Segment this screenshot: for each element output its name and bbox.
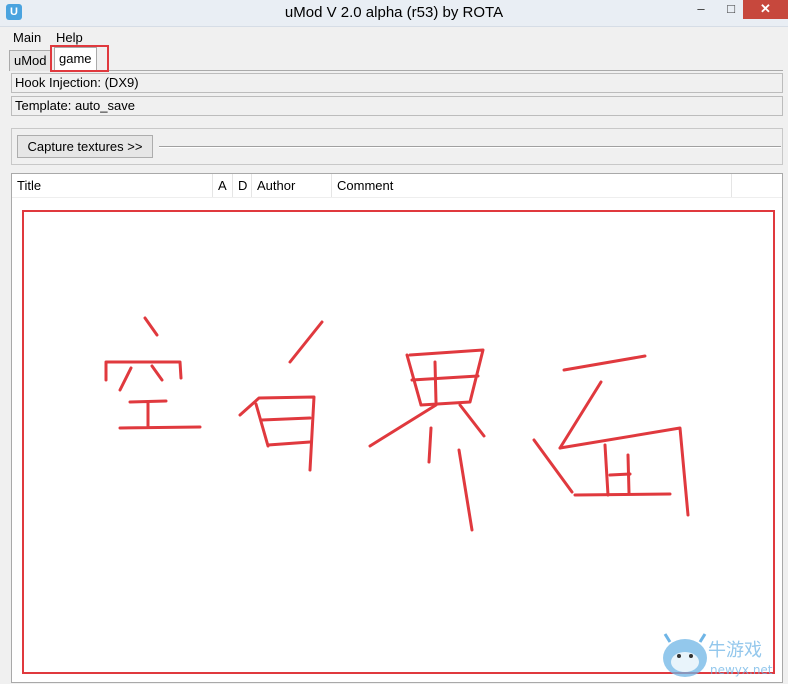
svg-text:牛游戏: 牛游戏	[708, 640, 762, 661]
watermark-logo-icon: 牛游戏 newyx.net	[663, 633, 773, 677]
handwritten-annotation	[104, 316, 690, 532]
svg-text:newyx.net: newyx.net	[710, 663, 773, 677]
